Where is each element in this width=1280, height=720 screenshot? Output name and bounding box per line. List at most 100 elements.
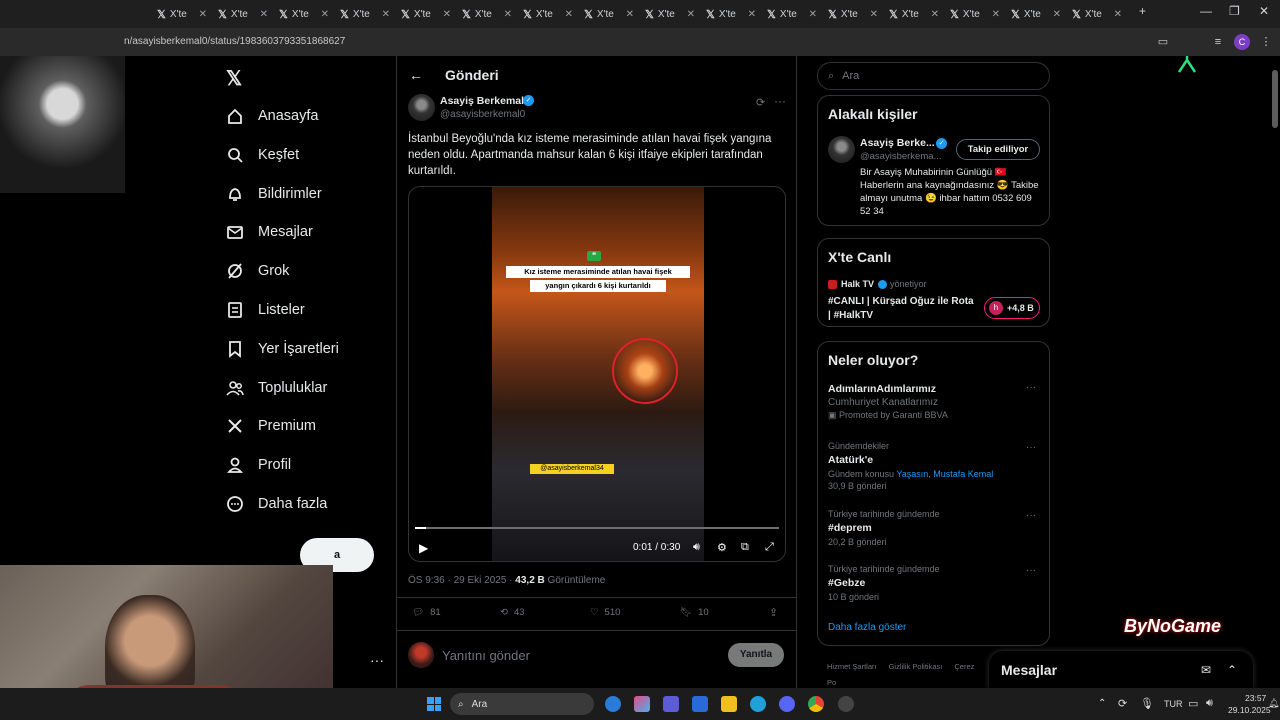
copilot-icon[interactable] [605, 696, 621, 712]
tab-close-icon[interactable]: ✕ [199, 9, 207, 20]
browser-tab[interactable]: 𝕏 X'te ✕ [824, 4, 882, 24]
browser-menu-icon[interactable]: ⋮ [1258, 34, 1274, 50]
relevant-name[interactable]: Asayiş Berke... [860, 137, 935, 149]
nav-item-x[interactable]: Premium [226, 417, 316, 435]
author-avatar[interactable] [408, 94, 435, 121]
video-player[interactable]: ❝ Kız isteme merasiminde atılan havai fi… [408, 186, 786, 562]
trend-links[interactable]: Yaşasın, Mustafa Kemal [896, 469, 993, 479]
tray-sync-icon[interactable]: ⟳ [1118, 697, 1127, 710]
clock-date[interactable]: 29.10.2025 [1228, 705, 1271, 715]
teams-icon[interactable] [663, 696, 679, 712]
expand-icon[interactable]: ⌃ [1227, 663, 1237, 677]
live-host[interactable]: Halk TV [841, 279, 874, 289]
tab-close-icon[interactable]: ✕ [687, 9, 695, 20]
trend-item[interactable]: AdımlarınAdımlarımız Cumhuriyet Kanatlar… [828, 383, 1038, 421]
live-stream-title[interactable]: #CANLI | Kürşad Oğuz ile Rota | #HalkTV [828, 295, 978, 323]
scrollbar-thumb[interactable] [1272, 70, 1278, 128]
browser-tab[interactable]: 𝕏 X'te ✕ [458, 4, 516, 24]
nav-item-list[interactable]: Listeler [226, 301, 305, 319]
file-explorer-icon[interactable] [721, 696, 737, 712]
trend-item[interactable]: Gündemdekiler Atatürk'e Gündem konusu Ya… [828, 441, 1038, 491]
tab-close-icon[interactable]: ✕ [1114, 9, 1122, 20]
notification-icon[interactable]: 🔔︎ [1268, 698, 1279, 709]
reply-input[interactable]: Yanıtını gönder [442, 648, 530, 663]
tab-close-icon[interactable]: ✕ [1053, 9, 1061, 20]
reply-button[interactable]: Yanıtla [728, 643, 784, 667]
picture-in-picture-icon[interactable]: ⧉ [741, 541, 749, 554]
nav-item-mail[interactable]: Mesajlar [226, 223, 313, 241]
tab-close-icon[interactable]: ✕ [626, 9, 634, 20]
share-icon[interactable]: ⇪ [769, 606, 778, 619]
bookmark-action[interactable]: 🔖︎ 10 [680, 607, 709, 618]
author-name[interactable]: Asayiş Berkemal [440, 95, 524, 107]
tab-close-icon[interactable]: ✕ [382, 9, 390, 20]
new-message-icon[interactable]: ✉ [1201, 663, 1211, 677]
relevant-avatar[interactable] [828, 136, 855, 163]
video-progress-track[interactable] [415, 527, 779, 529]
x-logo-icon[interactable]: 𝕏 [226, 66, 242, 91]
close-window-button[interactable]: ✕ [1259, 4, 1269, 18]
footer-link[interactable]: Hizmet Şartları [827, 662, 877, 671]
nav-item-grok[interactable]: Grok [226, 262, 289, 280]
back-arrow-icon[interactable]: ← [409, 67, 423, 83]
post-timestamp[interactable]: ÖS 9:36 · 29 Eki 2025 · [408, 575, 513, 586]
edge-icon[interactable] [750, 696, 766, 712]
browser-tab[interactable]: 𝕏 X'te ✕ [519, 4, 577, 24]
nav-item-more-circle[interactable]: Daha fazla [226, 495, 327, 513]
messages-drawer[interactable]: Mesajlar ✉ ⌃ [989, 651, 1253, 688]
volume-icon[interactable]: 🔊︎ [1206, 697, 1213, 710]
reading-list-icon[interactable]: ≡ [1210, 34, 1226, 50]
like-action[interactable]: ♡ 510 [590, 607, 620, 618]
show-more-link[interactable]: Daha fazla göster [828, 622, 906, 633]
repost-action[interactable]: ⟲ 43 [500, 607, 525, 618]
tray-chevron-icon[interactable]: ⌃ [1098, 698, 1106, 709]
settings-icon[interactable]: ⚙ [717, 541, 727, 554]
nav-item-bell[interactable]: Bildirimler [226, 185, 322, 203]
discord-icon[interactable] [779, 696, 795, 712]
browser-tab[interactable]: 𝕏 X'te ✕ [885, 4, 943, 24]
language-indicator[interactable]: TUR [1164, 699, 1183, 709]
reply-action[interactable]: 💬︎ 81 [412, 607, 441, 618]
tab-close-icon[interactable]: ✕ [870, 9, 878, 20]
browser-tab[interactable]: 𝕏 X'te ✕ [397, 4, 455, 24]
profile-avatar[interactable]: C [1234, 34, 1250, 50]
screen-cast-icon[interactable]: ▭ [1155, 34, 1171, 50]
app-icon[interactable] [634, 696, 650, 712]
nav-item-home[interactable]: Anasayfa [226, 107, 318, 125]
browser-tab[interactable]: 𝕏 X'te ✕ [946, 4, 1004, 24]
new-tab-button[interactable]: + [1139, 4, 1146, 18]
store-icon[interactable] [692, 696, 708, 712]
steam-icon[interactable] [838, 696, 854, 712]
grok-explain-icon[interactable]: ⟳ [756, 96, 765, 109]
browser-tab[interactable]: 𝕏 X'te ✕ [702, 4, 760, 24]
browser-tab[interactable]: 𝕏 X'te ✕ [214, 4, 272, 24]
trend-more-icon[interactable]: ··· [1026, 510, 1036, 521]
user-avatar[interactable] [408, 642, 434, 668]
url-text[interactable]: n/asayisberkemal0/status/198360379335186… [124, 36, 345, 47]
trend-item[interactable]: Türkiye tarihinde gündemde #Gebze 10 B g… [828, 564, 1038, 602]
network-icon[interactable]: ▭ [1188, 697, 1198, 710]
footer-link[interactable]: Gizlilik Politikası [889, 662, 943, 671]
tab-close-icon[interactable]: ✕ [504, 9, 512, 20]
nav-item-search[interactable]: Keşfet [226, 146, 299, 164]
trend-more-icon[interactable]: ··· [1026, 565, 1036, 576]
tab-close-icon[interactable]: ✕ [931, 9, 939, 20]
trend-more-icon[interactable]: ··· [1026, 382, 1036, 393]
trend-item[interactable]: Türkiye tarihinde gündemde #deprem 20,2 … [828, 509, 1038, 547]
taskbar-search[interactable]: ⌕ Ara [450, 693, 594, 715]
windows-start-icon[interactable] [427, 697, 441, 711]
browser-tab[interactable]: 𝕏 X'te ✕ [641, 4, 699, 24]
maximize-button[interactable]: ❐ [1229, 4, 1240, 18]
tab-close-icon[interactable]: ✕ [748, 9, 756, 20]
browser-tab[interactable]: 𝕏 X'te ✕ [1068, 4, 1126, 24]
tab-close-icon[interactable]: ✕ [565, 9, 573, 20]
volume-icon[interactable]: 🔊︎ [693, 541, 700, 554]
browser-tab[interactable]: 𝕏 X'te ✕ [336, 4, 394, 24]
tab-close-icon[interactable]: ✕ [443, 9, 451, 20]
minimize-button[interactable]: — [1200, 4, 1212, 18]
live-viewers-pill[interactable]: h +4,8 B [984, 297, 1040, 319]
account-more-icon[interactable]: ··· [370, 652, 384, 668]
microphone-icon[interactable]: 🎙︎ [1140, 697, 1154, 710]
clock-time[interactable]: 23:57 [1245, 693, 1266, 703]
nav-item-bookmark[interactable]: Yer İşaretleri [226, 340, 339, 358]
